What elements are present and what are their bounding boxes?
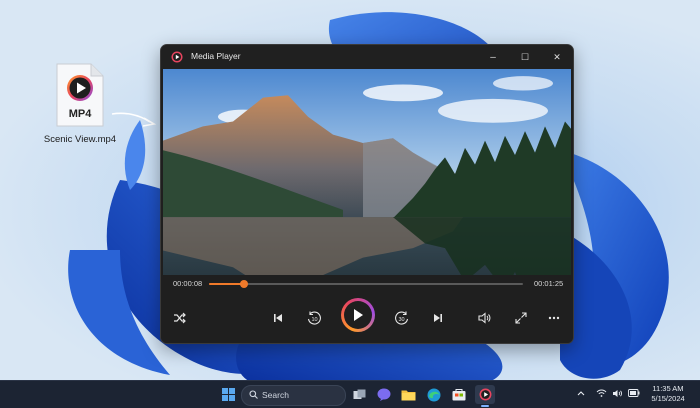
forward-30-button[interactable]: 30: [391, 307, 413, 329]
store-button[interactable]: [449, 385, 468, 404]
forward-label: 30: [398, 317, 404, 323]
task-view-button[interactable]: [350, 385, 369, 404]
play-button-inner: [344, 301, 372, 329]
speaker-icon: [613, 390, 622, 397]
fullscreen-icon: [515, 312, 527, 324]
playback-controls: 10 30: [161, 293, 573, 343]
store-icon: [452, 389, 465, 401]
rewind-label: 10: [311, 317, 317, 323]
more-button[interactable]: [543, 307, 565, 329]
title-bar[interactable]: Media Player – ☐ ✕: [161, 45, 573, 69]
edge-browser-button[interactable]: [424, 385, 443, 404]
system-clock[interactable]: 11:35 AM 5/15/2024: [645, 384, 691, 404]
file-explorer-button[interactable]: [399, 385, 418, 404]
show-hidden-icons-button[interactable]: [577, 389, 585, 398]
search-icon: [249, 390, 258, 399]
shuffle-icon: [174, 312, 186, 324]
previous-icon: [274, 314, 282, 322]
previous-button[interactable]: [267, 307, 289, 329]
forward-30-icon: 30: [395, 311, 409, 325]
next-button[interactable]: [427, 307, 449, 329]
wifi-status[interactable]: [596, 389, 607, 399]
close-icon: ✕: [553, 51, 561, 62]
media-player-window[interactable]: Media Player – ☐ ✕ 00:00:08 00:01:25 10 …: [160, 44, 574, 344]
play-icon: [354, 309, 363, 321]
arrow-icon: [111, 112, 157, 127]
chat-icon: [377, 388, 390, 401]
file-badge: MP4: [69, 108, 93, 120]
taskbar: Search 11:35 AM 5/15/2024: [0, 380, 700, 408]
taskbar-search[interactable]: Search: [241, 385, 346, 406]
chevron-up-icon: [577, 391, 585, 396]
more-icon: [548, 316, 560, 320]
seek-bar-thumb[interactable]: [239, 280, 248, 288]
shuffle-button[interactable]: [169, 307, 191, 329]
folder-icon: [401, 390, 416, 400]
maximize-button[interactable]: ☐: [509, 45, 541, 69]
next-icon: [434, 314, 442, 322]
close-button[interactable]: ✕: [541, 45, 573, 69]
volume-status[interactable]: [612, 389, 623, 400]
file-label: Scenic View.mp4: [43, 134, 117, 145]
media-player-taskbar-button[interactable]: [475, 385, 495, 404]
minimize-icon: –: [490, 51, 496, 63]
windows-logo-icon: [222, 388, 235, 401]
seek-row: 00:00:08 00:01:25: [161, 275, 573, 293]
minimize-button[interactable]: –: [477, 45, 509, 69]
clock-date: 5/15/2024: [651, 394, 685, 403]
start-button[interactable]: [219, 385, 238, 404]
rewind-10-button[interactable]: 10: [303, 307, 325, 329]
clock-time: 11:35 AM: [652, 384, 684, 393]
chat-app-button[interactable]: [374, 385, 393, 404]
total-duration: 00:01:25: [534, 279, 564, 288]
mp4-file-icon[interactable]: MP4: [55, 62, 105, 128]
wifi-icon: [596, 389, 607, 397]
window-title: Media Player: [191, 51, 241, 61]
elapsed-time: 00:00:08: [173, 279, 203, 288]
battery-status[interactable]: [628, 389, 640, 399]
edge-browser-icon: [427, 388, 440, 401]
volume-icon: [478, 312, 491, 324]
rewind-10-icon: 10: [307, 311, 321, 325]
battery-icon: [628, 389, 640, 397]
fullscreen-button[interactable]: [510, 307, 532, 329]
maximize-icon: ☐: [520, 51, 530, 62]
media-player-logo-icon: [171, 51, 183, 63]
media-player-app-icon: [479, 388, 491, 401]
play-button[interactable]: [341, 298, 375, 332]
seek-bar-progress: [209, 283, 244, 285]
task-view-icon: [353, 389, 366, 399]
volume-button[interactable]: [474, 307, 496, 329]
desktop: MP4 Scenic View.mp4 Media Player – ☐ ✕ 0…: [0, 0, 700, 380]
search-placeholder: Search: [262, 390, 289, 400]
seek-bar[interactable]: [209, 280, 523, 288]
